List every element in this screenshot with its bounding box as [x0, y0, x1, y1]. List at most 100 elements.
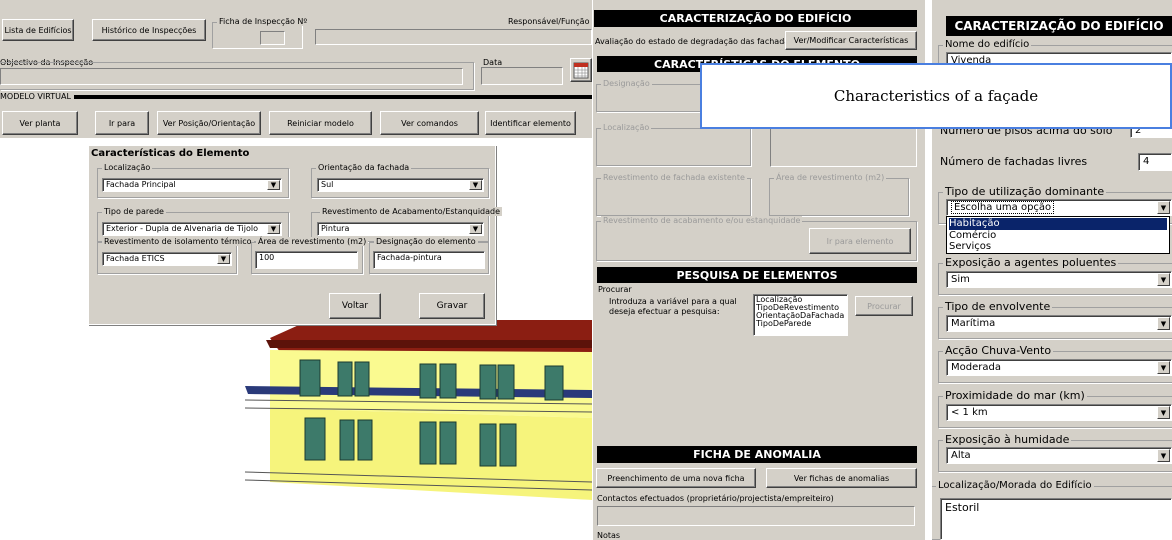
gravar-button[interactable]: Gravar — [419, 293, 485, 319]
roof-edge — [266, 340, 592, 348]
poluentes-label: Exposição a agentes poluentes — [943, 256, 1119, 269]
reiniciar-modelo-button[interactable]: Reiniciar modelo — [269, 111, 372, 135]
ficha-label: Ficha de Inspecção Nº — [217, 17, 310, 26]
designacao-label: Designação — [601, 79, 652, 88]
ver-comandos-button[interactable]: Ver comandos — [380, 111, 479, 135]
morada-label: Localização/Morada do Edifício — [936, 480, 1094, 491]
chuva-value: Moderada — [951, 362, 1001, 373]
caracterizacao-header-right: CARACTERIZAÇÃO DO EDIFÍCIO — [946, 16, 1172, 36]
pesquisa-text: Introduza a variável para a qual deseja … — [609, 297, 737, 316]
revest-fachada-label: Revestimento de fachada existente — [601, 173, 747, 182]
mar-value: < 1 km — [951, 407, 988, 418]
ir-para-button[interactable]: Ir para — [95, 111, 149, 135]
localizacao-group: Localização — [596, 123, 751, 166]
ver-fichas-button[interactable]: Ver fichas de anomalias — [766, 468, 917, 488]
identificar-elemento-button[interactable]: Identificar elemento — [485, 111, 576, 135]
orientacao-label: Orientação da fachada — [316, 163, 412, 172]
list-item[interactable]: TipoDeParede — [756, 320, 845, 328]
orientacao-select[interactable]: Sul ▼ — [317, 178, 484, 192]
area-rev-group: Área de revestimento (m2) — [769, 173, 909, 216]
chevron-down-icon[interactable]: ▼ — [217, 254, 230, 264]
ver-posicao-button[interactable]: Ver Posição/Orientação — [157, 111, 261, 135]
ver-planta-button[interactable]: Ver planta — [2, 111, 78, 135]
chevron-down-icon[interactable]: ▼ — [1157, 317, 1170, 330]
dialog-title: Características do Elemento — [91, 148, 250, 159]
localizacao-value: Fachada Principal — [106, 180, 176, 189]
chevron-down-icon[interactable]: ▼ — [469, 224, 482, 234]
tipo-parede-select[interactable]: Exterior - Dupla de Alvenaria de Tijolo … — [102, 222, 282, 236]
calendar-icon — [573, 62, 589, 79]
chevron-down-icon[interactable]: ▼ — [1157, 201, 1170, 214]
designacao-input[interactable]: Fachada-pintura — [373, 251, 485, 269]
chevron-down-icon[interactable]: ▼ — [1157, 273, 1170, 286]
revest-acab-label: Revestimento de acabamento e/ou estanqui… — [601, 216, 803, 225]
nome-label: Nome do edifício — [943, 39, 1032, 50]
chuva-select[interactable]: Moderada ▼ — [946, 359, 1172, 376]
chuva-label: Acção Chuva-Vento — [943, 344, 1054, 357]
orientacao-value: Sul — [321, 180, 334, 189]
inspection-panel: Lista de Edifícios Histórico de Inspecçõ… — [0, 0, 592, 540]
caracteristicas-dialog: Características do Elemento Localização … — [88, 145, 503, 325]
ficha-number-field[interactable] — [260, 31, 285, 45]
callout-text: Characteristics of a façade — [833, 87, 1039, 105]
poluentes-select[interactable]: Sim ▼ — [946, 271, 1172, 288]
morada-input[interactable]: Estoril — [940, 498, 1172, 540]
poluentes-value: Sim — [951, 274, 970, 285]
utilizacao-select[interactable]: Escolha uma opção ▼ — [946, 199, 1172, 216]
fachadas-input[interactable]: 4 — [1138, 153, 1172, 171]
contactos-field[interactable] — [597, 506, 915, 526]
objectivo-field[interactable] — [0, 68, 463, 85]
dropdown-option-habitacao[interactable]: Habitação — [949, 218, 1167, 230]
data-label: Data — [483, 58, 503, 67]
revestimento-select[interactable]: Pintura ▼ — [317, 222, 484, 236]
mar-select[interactable]: < 1 km ▼ — [946, 404, 1172, 421]
pesquisa-listbox[interactable]: Localização TipoDeRevestimento Orientaçã… — [753, 294, 848, 336]
calendar-button[interactable] — [570, 58, 592, 82]
historico-inspeccoes-button[interactable]: Histórico de Inspecções — [92, 19, 206, 41]
data-field[interactable] — [481, 67, 563, 85]
chevron-down-icon[interactable]: ▼ — [267, 180, 280, 190]
facade-callout: Characteristics of a façade — [700, 63, 1172, 129]
building-3d-model[interactable] — [230, 290, 592, 540]
chevron-down-icon[interactable]: ▼ — [1157, 361, 1170, 374]
mar-label: Proximidade do mar (km) — [943, 389, 1087, 402]
envolvente-value: Marítima — [951, 318, 996, 329]
localizacao-box — [770, 125, 917, 167]
localizacao-label: Localização — [601, 123, 652, 132]
preenchimento-button[interactable]: Preenchimento de uma nova ficha — [596, 468, 756, 488]
chevron-down-icon[interactable]: ▼ — [1157, 449, 1170, 462]
utilizacao-dropdown[interactable]: Habitação Comércio Serviços — [946, 216, 1170, 254]
procurar-button[interactable]: Procurar — [855, 296, 913, 316]
chevron-down-icon[interactable]: ▼ — [1157, 406, 1170, 419]
responsavel-label: Responsável/Função — [508, 17, 590, 26]
humidade-select[interactable]: Alta ▼ — [946, 447, 1172, 464]
avaliacao-label: Avaliação do estado de degradação das fa… — [595, 37, 797, 46]
tipo-parede-value: Exterior - Dupla de Alvenaria de Tijolo — [106, 224, 258, 233]
area-label: Área de revestimento (m2) — [256, 237, 369, 246]
humidade-value: Alta — [951, 450, 971, 461]
humidade-label: Exposição à humidade — [943, 433, 1072, 446]
dropdown-option-comercio[interactable]: Comércio — [949, 230, 1167, 242]
localizacao-select[interactable]: Fachada Principal ▼ — [102, 178, 282, 192]
responsavel-field[interactable] — [315, 29, 592, 45]
chevron-down-icon[interactable]: ▼ — [267, 224, 280, 234]
lista-edificios-button[interactable]: Lista de Edifícios — [2, 19, 74, 41]
ver-modificar-button[interactable]: Ver/Modificar Características — [785, 31, 917, 50]
modelo-label: MODELO VIRTUAL — [0, 92, 74, 101]
chevron-down-icon[interactable]: ▼ — [469, 180, 482, 190]
contactos-label: Contactos efectuados (proprietário/proje… — [597, 494, 834, 503]
tipo-parede-label: Tipo de parede — [102, 207, 166, 216]
ground-base — [230, 490, 592, 540]
isolamento-label: Revestimento de isolamento térmico — [102, 237, 254, 246]
dropdown-option-servicos[interactable]: Serviços — [949, 241, 1167, 253]
notas-label: Notas — [597, 531, 621, 540]
area-rev-label: Área de revestimento (m2) — [774, 173, 887, 182]
voltar-button[interactable]: Voltar — [329, 293, 381, 319]
area-input[interactable]: 100 — [255, 251, 358, 269]
designacao-label: Designação do elemento — [374, 237, 478, 246]
envolvente-select[interactable]: Marítima ▼ — [946, 315, 1172, 332]
ir-para-elemento-button[interactable]: Ir para elemento — [809, 228, 911, 254]
revestimento-value: Pintura — [321, 224, 350, 233]
isolamento-value: Fachada ETICS — [106, 254, 165, 263]
isolamento-select[interactable]: Fachada ETICS ▼ — [102, 252, 232, 266]
